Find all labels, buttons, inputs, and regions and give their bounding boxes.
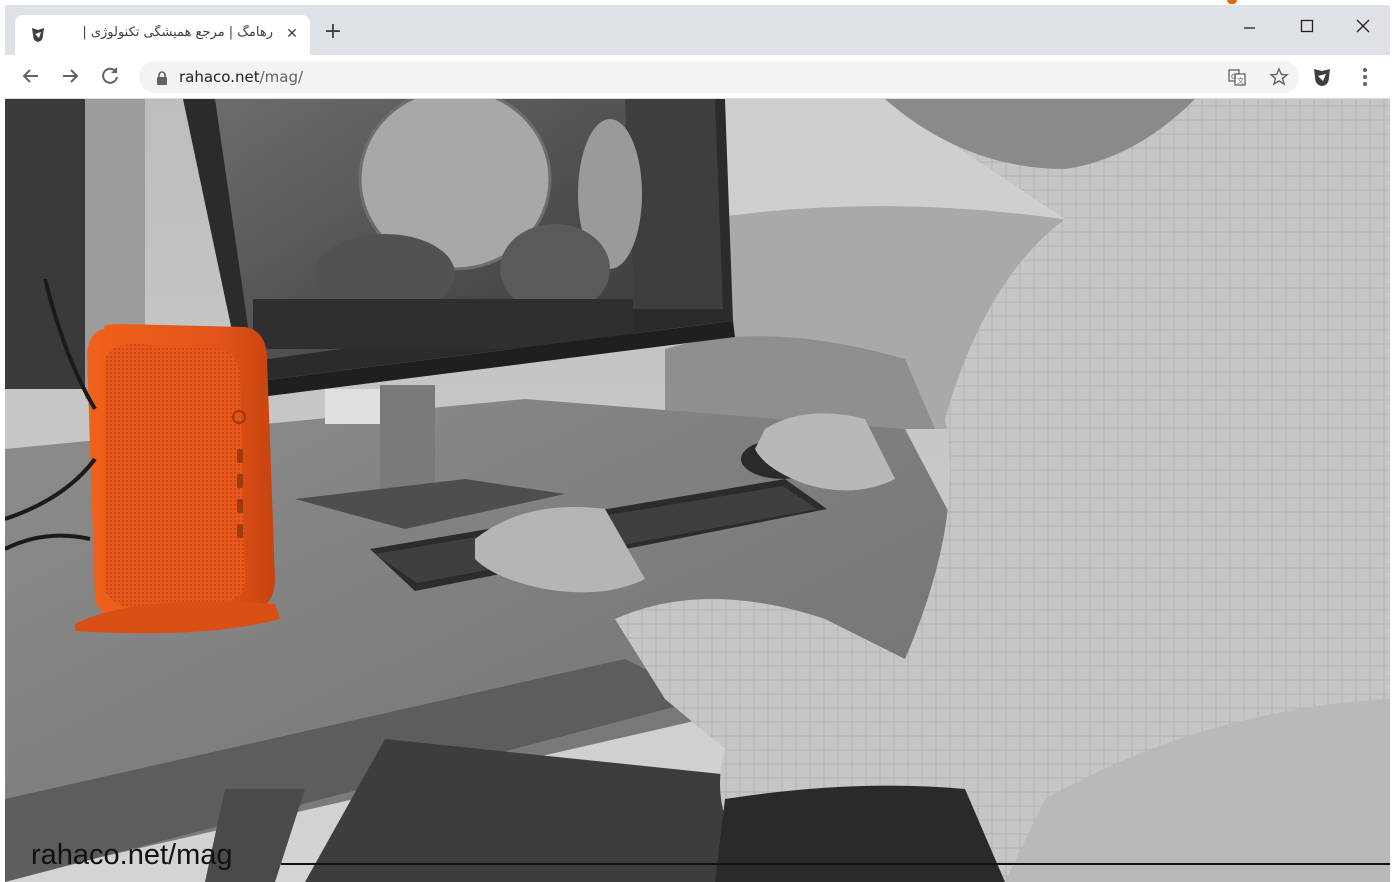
svg-text:文: 文 bbox=[1237, 76, 1244, 85]
arrow-right-icon[interactable] bbox=[56, 62, 84, 90]
svg-text:G: G bbox=[1231, 73, 1236, 81]
tab-title: رهامگ | مرجع همیشگی تکنولوژی | bbox=[82, 25, 273, 40]
maximize-icon[interactable] bbox=[1289, 11, 1325, 41]
browser-window: رهامگ | مرجع همیشگی تکنولوژی | ✕ + rahac bbox=[5, 5, 1390, 882]
browser-toolbar: rahaco.net/mag/ G文 bbox=[5, 55, 1390, 99]
rahaco-extension-icon[interactable] bbox=[1311, 66, 1333, 88]
lock-icon[interactable] bbox=[155, 70, 169, 85]
minimize-icon[interactable] bbox=[1232, 11, 1268, 41]
arrow-left-icon[interactable] bbox=[17, 62, 45, 90]
url-text: rahaco.net/mag/ bbox=[179, 68, 303, 86]
page-content: rahaco.net/mag bbox=[5, 99, 1390, 882]
rahaco-logo-icon bbox=[29, 26, 47, 44]
watermark-text: rahaco.net/mag bbox=[31, 839, 233, 871]
translate-icon[interactable]: G文 bbox=[1227, 67, 1247, 87]
tab-rahamag[interactable]: رهامگ | مرجع همیشگی تکنولوژی | ✕ bbox=[15, 15, 310, 55]
tab-strip: رهامگ | مرجع همیشگی تکنولوژی | ✕ + bbox=[5, 5, 1390, 55]
reload-icon[interactable] bbox=[96, 62, 124, 90]
office-desk-photo bbox=[5, 99, 1390, 882]
accent-mark bbox=[1227, 0, 1237, 4]
window-close-icon[interactable] bbox=[1345, 11, 1381, 41]
url-path: /mag/ bbox=[259, 68, 304, 86]
close-icon[interactable]: ✕ bbox=[281, 23, 303, 45]
url-host: rahaco.net bbox=[179, 68, 260, 86]
star-icon[interactable] bbox=[1269, 67, 1289, 87]
watermark-rule bbox=[281, 863, 1390, 865]
address-bar[interactable]: rahaco.net/mag/ G文 bbox=[139, 61, 1299, 93]
plus-icon[interactable]: + bbox=[321, 21, 345, 45]
kebab-menu-icon[interactable] bbox=[1355, 64, 1375, 90]
